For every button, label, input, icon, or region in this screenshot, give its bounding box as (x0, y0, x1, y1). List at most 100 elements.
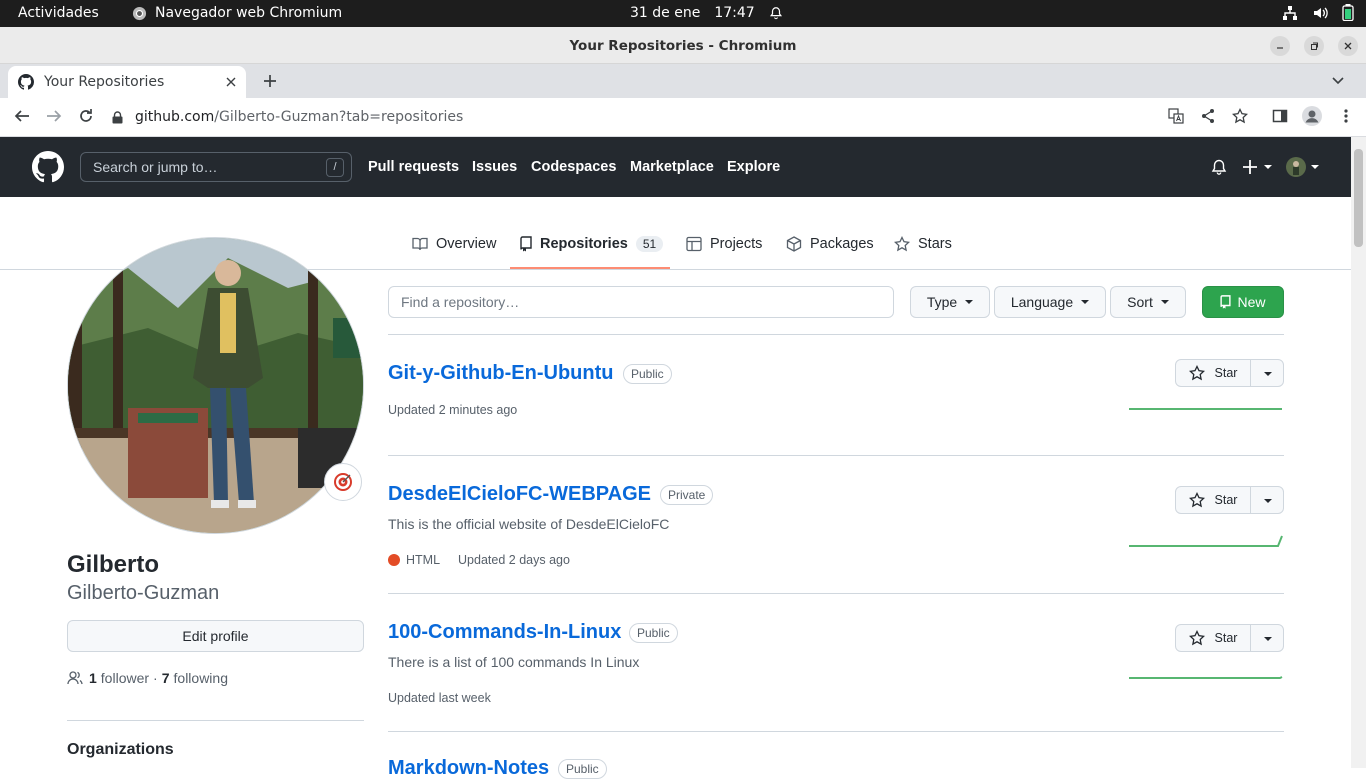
profile-avatar[interactable] (67, 237, 364, 534)
visibility-badge: Public (558, 759, 607, 779)
followers-label[interactable]: follower (101, 670, 149, 686)
nav-codespaces[interactable]: Codespaces (531, 159, 616, 175)
maximize-button[interactable] (1304, 36, 1324, 56)
network-icon (1282, 5, 1298, 21)
bookmark-star-icon[interactable] (1232, 108, 1248, 124)
caret-down-icon (1160, 300, 1169, 304)
activity-sparkline (1129, 676, 1283, 679)
repositories-count-badge: 51 (635, 236, 664, 252)
alarm-icon (769, 6, 783, 20)
tab-close-icon[interactable] (226, 77, 236, 87)
profile-avatar-icon[interactable] (1302, 106, 1322, 126)
tab-overview[interactable]: Overview (412, 236, 496, 252)
user-menu-avatar[interactable] (1286, 156, 1320, 178)
tab-repositories[interactable]: Repositories 51 (520, 236, 664, 252)
repo-updated: Updated last week (388, 691, 491, 705)
system-tray[interactable] (1282, 4, 1354, 21)
date: 31 de ene (630, 5, 701, 21)
lock-icon (112, 110, 123, 124)
tab-stars-label: Stars (918, 236, 952, 252)
type-filter-label: Type (926, 294, 958, 310)
tab-search-chevron-icon[interactable] (1332, 76, 1344, 86)
close-window-button[interactable] (1338, 36, 1358, 56)
reload-icon[interactable] (78, 108, 94, 124)
side-panel-icon[interactable] (1272, 108, 1288, 124)
star-icon (894, 236, 910, 252)
minimize-icon (1275, 41, 1285, 51)
repo-meta: HTML Updated 2 days ago (388, 553, 570, 567)
profile-login: Gilberto-Guzman (67, 582, 220, 604)
following-count[interactable]: 7 (162, 670, 170, 686)
star-lists-dropdown-icon[interactable] (1264, 637, 1272, 641)
repo-description: This is the official website of DesdeElC… (388, 516, 670, 532)
profile-name: Gilberto (67, 551, 160, 578)
star-label: Star (1214, 366, 1238, 380)
star-button[interactable]: Star (1175, 359, 1284, 387)
tab-stars[interactable]: Stars (894, 236, 952, 252)
status-emoji[interactable] (324, 463, 362, 501)
list-divider (388, 593, 1284, 594)
translate-icon[interactable] (1168, 108, 1184, 124)
github-logo-icon[interactable] (32, 151, 64, 183)
repo-name-link[interactable]: 100-Commands-In-Linux (388, 621, 621, 644)
followers-count[interactable]: 1 (89, 670, 97, 686)
star-icon (1188, 630, 1205, 646)
visibility-badge: Private (660, 485, 714, 505)
repo-icon (1220, 295, 1232, 309)
new-repository-button[interactable]: New (1202, 286, 1284, 318)
page-scrollbar[interactable] (1351, 137, 1366, 768)
kebab-menu-icon[interactable] (1338, 108, 1354, 124)
repo-name-link[interactable]: DesdeElCieloFC-WEBPAGE (388, 483, 651, 506)
search-placeholder: Search or jump to… (93, 159, 218, 175)
language-filter-button[interactable]: Language (994, 286, 1106, 318)
repo-language: HTML (406, 553, 441, 567)
window-titlebar[interactable]: Your Repositories - Chromium (0, 27, 1366, 64)
minimize-button[interactable] (1270, 36, 1290, 56)
repo-meta: Updated 2 minutes ago (388, 403, 517, 417)
type-filter-button[interactable]: Type (910, 286, 990, 318)
time: 17:47 (714, 5, 755, 21)
follow-separator: · (153, 670, 158, 686)
nav-issues[interactable]: Issues (472, 159, 517, 175)
find-repository-input[interactable]: Find a repository… (388, 286, 894, 318)
repo-name-link[interactable]: Markdown-Notes (388, 757, 549, 780)
sort-button[interactable]: Sort (1110, 286, 1186, 318)
follow-stats: 1 follower · 7 following (67, 670, 228, 686)
tab-projects[interactable]: Projects (686, 236, 762, 252)
nav-marketplace[interactable]: Marketplace (630, 159, 714, 175)
browser-tab[interactable]: Your Repositories (8, 66, 246, 98)
nav-pull-requests[interactable]: Pull requests (368, 159, 459, 175)
url-path: /Gilberto-Guzman?tab=repositories (214, 109, 464, 125)
global-search-input[interactable]: Search or jump to… / (80, 152, 352, 182)
language-filter-label: Language (1010, 294, 1074, 310)
url-bar[interactable]: github.com/Gilberto-Guzman?tab=repositor… (112, 102, 1252, 132)
clock[interactable]: 31 de ene 17:47 (630, 5, 783, 21)
star-button[interactable]: Star (1175, 486, 1284, 514)
book-icon (412, 236, 428, 252)
window-title: Your Repositories - Chromium (569, 38, 797, 54)
star-lists-dropdown-icon[interactable] (1264, 499, 1272, 503)
scrollbar-thumb[interactable] (1354, 149, 1363, 247)
nav-explore[interactable]: Explore (727, 159, 780, 175)
tab-packages[interactable]: Packages (786, 236, 874, 252)
back-arrow-icon[interactable] (14, 108, 30, 124)
following-label[interactable]: following (174, 670, 228, 686)
notifications-bell-icon[interactable] (1211, 159, 1227, 175)
repo-updated: Updated 2 days ago (458, 553, 570, 567)
app-menu[interactable]: Navegador web Chromium (132, 5, 342, 21)
caret-down-icon (965, 300, 974, 304)
star-lists-dropdown-icon[interactable] (1264, 372, 1272, 376)
activities-button[interactable]: Actividades (18, 5, 99, 21)
tab-strip: Your Repositories (0, 64, 1366, 98)
new-tab-icon[interactable] (262, 73, 278, 89)
edit-profile-button[interactable]: Edit profile (67, 620, 364, 652)
activity-sparkline (1129, 535, 1283, 547)
star-button[interactable]: Star (1175, 624, 1284, 652)
repo-icon (520, 236, 532, 252)
new-button-label: New (1237, 294, 1266, 310)
repo-name-link[interactable]: Git-y-Github-En-Ubuntu (388, 362, 614, 385)
app-name: Navegador web Chromium (155, 5, 343, 21)
create-new-plus-icon[interactable] (1243, 159, 1273, 175)
share-icon[interactable] (1200, 108, 1216, 124)
forward-arrow-icon[interactable] (46, 108, 62, 124)
